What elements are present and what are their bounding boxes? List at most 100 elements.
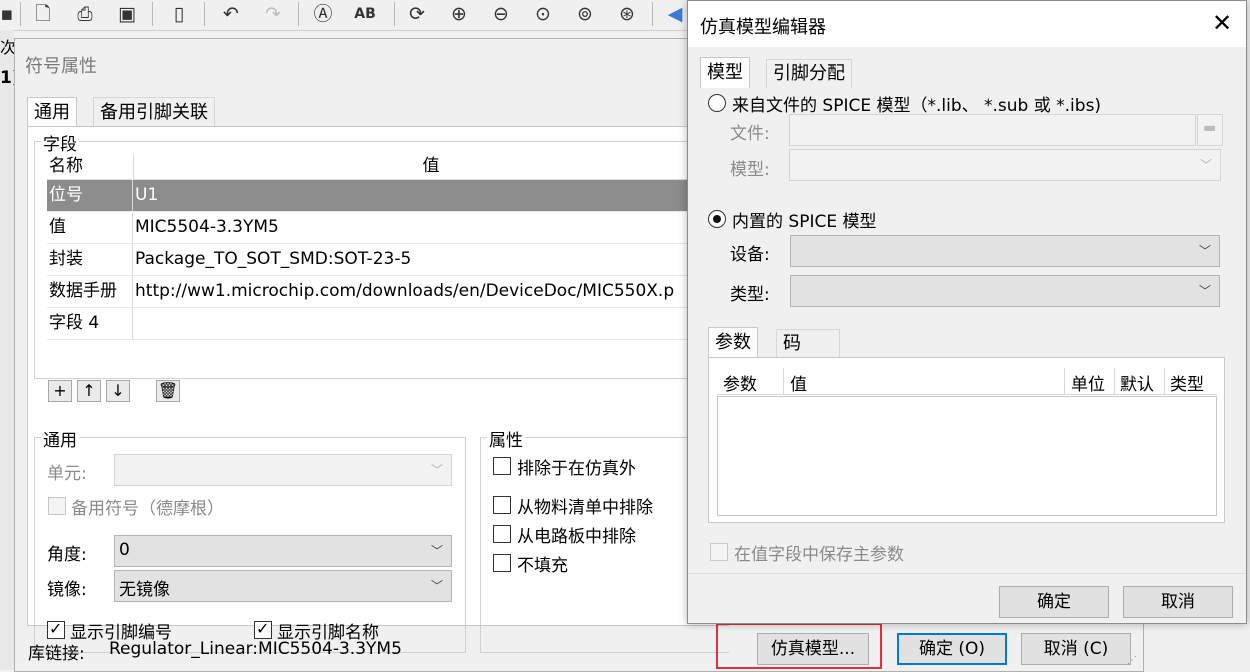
file-field[interactable] xyxy=(789,114,1196,146)
no-fill-checkbox[interactable] xyxy=(493,554,511,572)
column-header-type[interactable]: 类型 xyxy=(1170,370,1204,395)
type-label: 类型: xyxy=(730,285,770,305)
chevron-down-icon: ﹀ xyxy=(430,463,443,477)
zoom-selection-icon[interactable]: ⊛ xyxy=(614,2,640,26)
background-window xyxy=(0,30,14,670)
exclude-bom-checkbox[interactable] xyxy=(493,496,511,514)
save-params-checkbox[interactable] xyxy=(710,543,728,561)
library-link-label: 库链接: xyxy=(28,644,85,664)
angle-select[interactable]: 0 ﹀ xyxy=(114,535,452,567)
unit-select[interactable]: ﹀ xyxy=(114,454,452,486)
tab-model[interactable]: 模型 xyxy=(700,57,750,88)
column-header-name[interactable]: 名称 xyxy=(47,154,132,180)
browse-folder-icon[interactable]: ▬ xyxy=(1197,114,1223,146)
field-name: 字段 4 xyxy=(49,313,100,333)
field-value[interactable]: Package_TO_SOT_SMD:SOT-23-5 xyxy=(135,244,411,275)
column-header-value[interactable]: 值 xyxy=(790,370,807,395)
cancel-button[interactable]: 取消 (C) xyxy=(1021,633,1131,665)
new-page-icon[interactable]: 🗋 xyxy=(30,2,56,26)
toolbar-separator xyxy=(652,2,653,26)
device-label: 设备: xyxy=(730,245,770,265)
find-icon[interactable]: Ⓐ xyxy=(310,2,336,26)
simulation-model-editor-dialog: 仿真模型编辑器 ✕ 模型 引脚分配 来自文件的 SPICE 模型（*.lib、 … xyxy=(687,0,1247,624)
highlight-box xyxy=(716,623,882,669)
column-header-unit[interactable]: 单位 xyxy=(1071,370,1105,395)
toolbar-edge-icon[interactable]: ▪ xyxy=(0,2,20,26)
parameters-grid-body[interactable] xyxy=(717,396,1217,516)
dialog-title: 符号属性 xyxy=(25,56,97,77)
table-row[interactable]: 封装 Package_TO_SOT_SMD:SOT-23-5 xyxy=(47,244,727,276)
general-tab-page: 字段 名称 值 位号 U1 值 MIC5504-3.3YM5 封装 Packag… xyxy=(27,126,729,653)
chevron-down-icon: ﹀ xyxy=(1198,284,1211,298)
spice-from-file-radio[interactable] xyxy=(708,94,726,112)
column-header-default[interactable]: 默认 xyxy=(1120,370,1154,395)
mirror-label: 镜像: xyxy=(47,580,87,600)
fields-grid: 名称 值 位号 U1 值 MIC5504-3.3YM5 封装 Package_T… xyxy=(47,154,728,340)
chevron-down-icon: ﹀ xyxy=(1198,244,1211,258)
table-row[interactable]: 字段 4 xyxy=(47,308,727,340)
sim-ok-button[interactable]: 确定 xyxy=(999,586,1109,618)
divider xyxy=(688,573,1246,574)
toolbar-separator xyxy=(394,2,395,26)
toolbar-separator xyxy=(204,2,205,26)
alternate-symbol-checkbox[interactable] xyxy=(48,497,66,515)
unit-label: 单元: xyxy=(47,464,87,484)
mirror-value: 无镜像 xyxy=(119,580,170,600)
exclude-simulation-label: 排除于在仿真外 xyxy=(517,459,636,479)
zoom-objects-icon[interactable]: ⊚ xyxy=(572,2,598,26)
field-name: 封装 xyxy=(49,249,83,269)
find-replace-icon[interactable]: AB xyxy=(352,2,378,26)
angle-value: 0 xyxy=(119,540,130,560)
tab-code[interactable]: 码 xyxy=(776,329,840,358)
table-row[interactable]: 数据手册 http://ww1.microchip.com/downloads/… xyxy=(47,276,727,308)
refresh-icon[interactable]: ⟳ xyxy=(404,2,430,26)
close-icon[interactable]: ✕ xyxy=(1208,9,1236,37)
tab-alternate-pins[interactable]: 备用引脚关联 xyxy=(93,97,215,128)
zoom-in-icon[interactable]: ⊕ xyxy=(446,2,472,26)
undo-icon[interactable]: ↶ xyxy=(218,2,244,26)
tab-parameters[interactable]: 参数 xyxy=(708,327,758,358)
add-field-icon[interactable]: + xyxy=(48,380,72,402)
exclude-board-checkbox[interactable] xyxy=(493,525,511,543)
field-value[interactable]: U1 xyxy=(135,180,158,211)
move-down-icon[interactable]: ↓ xyxy=(106,380,130,402)
redo-icon[interactable]: ↷ xyxy=(260,2,286,26)
paste-icon[interactable]: ▯ xyxy=(166,2,192,26)
parameters-page: 参数 值 单位 默认 类型 xyxy=(708,357,1225,523)
zoom-fit-icon[interactable]: ⊙ xyxy=(530,2,556,26)
show-pin-names-checkbox[interactable] xyxy=(254,619,272,639)
exclude-board-label: 从电路板中排除 xyxy=(517,527,636,547)
mirror-select[interactable]: 无镜像 ﹀ xyxy=(114,570,452,602)
chevron-down-icon: ﹀ xyxy=(1199,158,1212,172)
column-header-param[interactable]: 参数 xyxy=(723,370,757,395)
exclude-simulation-checkbox[interactable] xyxy=(493,457,511,475)
no-fill-label: 不填充 xyxy=(517,556,568,576)
general-group-title: 通用 xyxy=(41,426,79,451)
delete-field-icon[interactable]: 🗑 xyxy=(156,380,180,402)
tab-general[interactable]: 通用 xyxy=(27,97,77,128)
builtin-spice-radio[interactable] xyxy=(708,210,726,228)
plot-icon[interactable]: ▣ xyxy=(114,2,140,26)
field-name: 位号 xyxy=(49,185,83,205)
builtin-spice-label: 内置的 SPICE 模型 xyxy=(732,212,877,232)
exclude-bom-label: 从物料清单中排除 xyxy=(517,498,653,518)
device-select[interactable]: ﹀ xyxy=(790,235,1220,267)
ok-button[interactable]: 确定 (O) xyxy=(897,633,1007,665)
table-row[interactable]: 位号 U1 xyxy=(47,180,727,212)
navigate-back-icon[interactable]: ◀ xyxy=(662,2,688,26)
show-pin-numbers-checkbox[interactable] xyxy=(47,619,65,639)
model-select[interactable]: ﹀ xyxy=(789,149,1221,181)
column-header-value[interactable]: 值 xyxy=(133,154,728,180)
sim-cancel-button[interactable]: 取消 xyxy=(1123,586,1233,618)
zoom-out-icon[interactable]: ⊖ xyxy=(488,2,514,26)
attributes-group-title: 属性 xyxy=(487,426,525,451)
tab-pin-assignment[interactable]: 引脚分配 xyxy=(766,59,852,88)
print-icon[interactable]: ⎙ xyxy=(72,2,98,26)
field-value[interactable]: http://ww1.microchip.com/downloads/en/De… xyxy=(135,276,674,307)
table-row[interactable]: 值 MIC5504-3.3YM5 xyxy=(47,212,727,244)
type-select[interactable]: ﹀ xyxy=(790,275,1220,307)
resize-grip-icon[interactable]: ⋰ xyxy=(1127,655,1137,666)
move-up-icon[interactable]: ↑ xyxy=(77,380,101,402)
spice-from-file-label: 来自文件的 SPICE 模型（*.lib、 *.sub 或 *.ibs) xyxy=(732,96,1102,116)
field-value[interactable]: MIC5504-3.3YM5 xyxy=(135,212,279,243)
